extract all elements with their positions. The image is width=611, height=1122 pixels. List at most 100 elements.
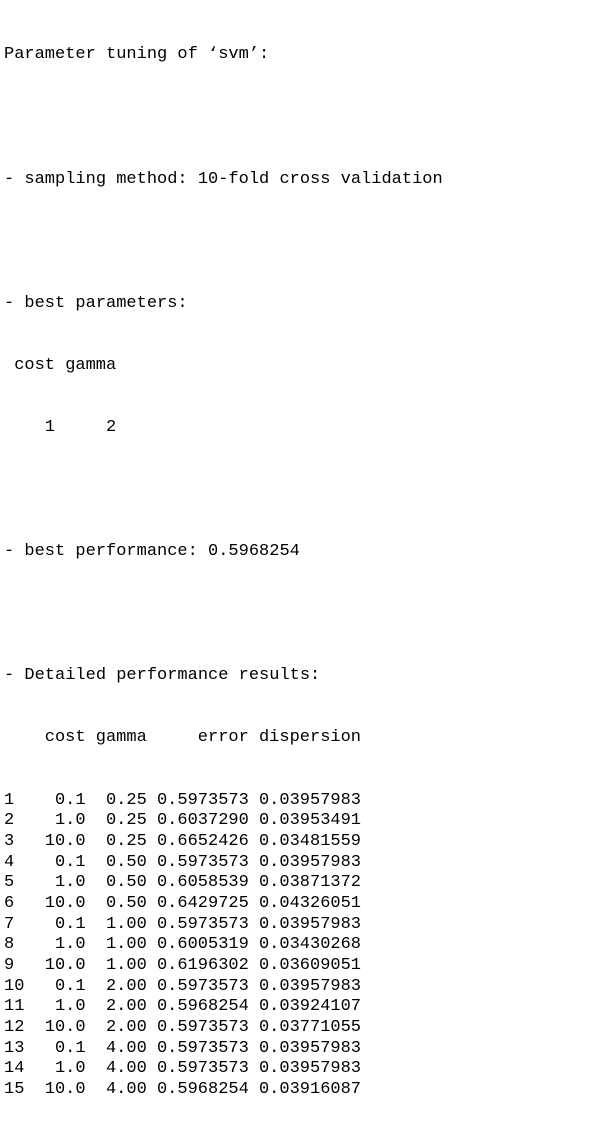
row-cost: 0.1 bbox=[54, 852, 86, 872]
best-parameters-val-gamma: 2 bbox=[106, 417, 117, 437]
row-cost: 10.0 bbox=[44, 1018, 86, 1038]
row-error: 0.5968254 bbox=[156, 997, 249, 1017]
row-error: 0.6005319 bbox=[156, 935, 249, 955]
row-index: 5 bbox=[4, 873, 15, 893]
row-gamma: 2.00 bbox=[105, 1018, 147, 1038]
results-table-body: 1 0.1 0.25 0.5973573 0.03957983 2 1.0 0.25 0.603… bbox=[4, 791, 443, 1101]
row-dispersion: 0.04326051 bbox=[258, 893, 362, 913]
row-index: 14 bbox=[4, 1059, 25, 1079]
row-cost: 1.0 bbox=[54, 997, 86, 1017]
row-gamma: 4.00 bbox=[105, 1080, 147, 1100]
row-index: 8 bbox=[4, 935, 15, 955]
row-cost: 10.0 bbox=[44, 956, 86, 976]
row-dispersion: 0.03430268 bbox=[258, 935, 362, 955]
row-index: 2 bbox=[4, 811, 15, 831]
table-row: 7 0.1 1.00 0.5973573 0.03957983 bbox=[4, 915, 443, 936]
row-error: 0.5973573 bbox=[156, 1059, 249, 1079]
row-error: 0.5973573 bbox=[156, 914, 249, 934]
best-parameters-header-row: cost gamma bbox=[4, 356, 443, 377]
row-error: 0.5973573 bbox=[156, 976, 249, 996]
row-dispersion: 0.03609051 bbox=[258, 956, 362, 976]
row-cost: 10.0 bbox=[44, 831, 86, 851]
row-gamma: 4.00 bbox=[105, 1059, 147, 1079]
table-row: 15 10.0 4.00 0.5968254 0.03916087 bbox=[4, 1080, 443, 1101]
row-cost: 0.1 bbox=[54, 790, 86, 810]
results-header-gamma: gamma bbox=[95, 728, 147, 748]
row-error: 0.6429725 bbox=[156, 893, 249, 913]
row-gamma: 0.25 bbox=[105, 831, 147, 851]
row-error: 0.5968254 bbox=[156, 1080, 249, 1100]
row-gamma: 0.50 bbox=[105, 852, 147, 872]
table-row: 10 0.1 2.00 0.5973573 0.03957983 bbox=[4, 977, 443, 998]
best-parameters-heading: - best parameters: bbox=[4, 293, 188, 313]
row-index: 13 bbox=[4, 1038, 25, 1058]
row-gamma: 1.00 bbox=[105, 935, 147, 955]
table-row: 12 10.0 2.00 0.5973573 0.03771055 bbox=[4, 1018, 443, 1039]
results-header-cost: cost bbox=[44, 728, 86, 748]
row-cost: 1.0 bbox=[54, 873, 86, 893]
row-error: 0.5973573 bbox=[156, 1018, 249, 1038]
table-row: 11 1.0 2.00 0.5968254 0.03924107 bbox=[4, 997, 443, 1018]
best-parameters-val-cost: 1 bbox=[44, 417, 55, 437]
row-error: 0.5973573 bbox=[156, 1038, 249, 1058]
row-dispersion: 0.03916087 bbox=[258, 1080, 362, 1100]
row-cost: 0.1 bbox=[54, 914, 86, 934]
row-error: 0.5973573 bbox=[156, 852, 249, 872]
row-dispersion: 0.03957983 bbox=[258, 976, 362, 996]
table-row: 6 10.0 0.50 0.6429725 0.04326051 bbox=[4, 894, 443, 915]
best-parameters-value-row: 12 bbox=[4, 418, 443, 439]
console-output: Parameter tuning of ‘svm’: - sampling me… bbox=[4, 4, 443, 1122]
table-row: 5 1.0 0.50 0.6058539 0.03871372 bbox=[4, 873, 443, 894]
row-gamma: 2.00 bbox=[105, 997, 147, 1017]
row-gamma: 1.00 bbox=[105, 914, 147, 934]
row-index: 1 bbox=[4, 790, 15, 810]
table-row: 13 0.1 4.00 0.5973573 0.03957983 bbox=[4, 1039, 443, 1060]
row-cost: 1.0 bbox=[54, 1059, 86, 1079]
row-dispersion: 0.03924107 bbox=[258, 997, 362, 1017]
row-gamma: 1.00 bbox=[105, 956, 147, 976]
row-index: 9 bbox=[4, 956, 15, 976]
row-dispersion: 0.03957983 bbox=[258, 1059, 362, 1079]
table-row: 4 0.1 0.50 0.5973573 0.03957983 bbox=[4, 853, 443, 874]
row-index: 15 bbox=[4, 1080, 25, 1100]
table-row: 8 1.0 1.00 0.6005319 0.03430268 bbox=[4, 935, 443, 956]
detailed-results-heading: - Detailed performance results: bbox=[4, 666, 321, 686]
row-dispersion: 0.03957983 bbox=[258, 1038, 362, 1058]
table-row: 9 10.0 1.00 0.6196302 0.03609051 bbox=[4, 956, 443, 977]
row-cost: 0.1 bbox=[54, 976, 86, 996]
row-gamma: 0.50 bbox=[105, 873, 147, 893]
row-cost: 1.0 bbox=[54, 935, 86, 955]
row-gamma: 0.25 bbox=[105, 811, 147, 831]
best-parameters-col-gamma: gamma bbox=[65, 355, 117, 375]
row-error: 0.6652426 bbox=[156, 831, 249, 851]
row-index: 10 bbox=[4, 976, 25, 996]
row-error: 0.5973573 bbox=[156, 790, 249, 810]
row-cost: 0.1 bbox=[54, 1038, 86, 1058]
row-index: 3 bbox=[4, 831, 15, 851]
row-cost: 10.0 bbox=[44, 1080, 86, 1100]
row-error: 0.6058539 bbox=[156, 873, 249, 893]
row-dispersion: 0.03953491 bbox=[258, 811, 362, 831]
row-dispersion: 0.03481559 bbox=[258, 831, 362, 851]
results-header-error: error bbox=[197, 728, 249, 748]
table-row: 2 1.0 0.25 0.6037290 0.03953491 bbox=[4, 811, 443, 832]
row-dispersion: 0.03957983 bbox=[258, 852, 362, 872]
table-row: 14 1.0 4.00 0.5973573 0.03957983 bbox=[4, 1059, 443, 1080]
row-gamma: 2.00 bbox=[105, 976, 147, 996]
best-parameters-col-cost: cost bbox=[14, 355, 55, 375]
sampling-method-line: - sampling method: 10-fold cross validat… bbox=[4, 169, 443, 189]
row-dispersion: 0.03957983 bbox=[258, 914, 362, 934]
row-index: 4 bbox=[4, 852, 15, 872]
row-dispersion: 0.03771055 bbox=[258, 1018, 362, 1038]
row-index: 11 bbox=[4, 997, 25, 1017]
row-index: 12 bbox=[4, 1018, 25, 1038]
tuning-title: Parameter tuning of ‘svm’: bbox=[4, 45, 270, 65]
best-performance-line: - best performance: 0.5968254 bbox=[4, 542, 300, 562]
row-error: 0.6037290 bbox=[156, 811, 249, 831]
row-cost: 1.0 bbox=[54, 811, 86, 831]
row-error: 0.6196302 bbox=[156, 956, 249, 976]
